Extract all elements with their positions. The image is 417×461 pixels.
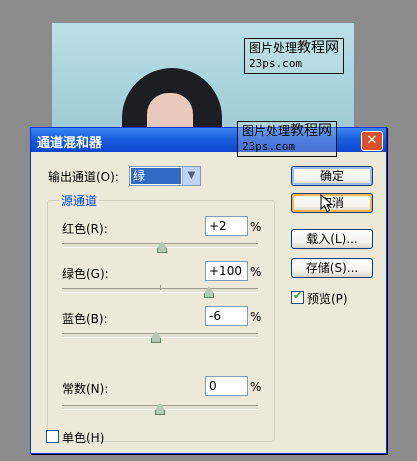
load-button[interactable]: 载入(L)... bbox=[291, 229, 373, 249]
green-input[interactable]: +100 bbox=[205, 261, 248, 281]
watermark-text-big: 教程网 bbox=[297, 40, 340, 56]
constant-input[interactable]: 0 bbox=[205, 376, 248, 396]
red-input[interactable]: +2 bbox=[205, 216, 248, 236]
blue-unit: % bbox=[250, 310, 262, 324]
constant-label: 常数(N): bbox=[62, 382, 109, 396]
watermark-url: 23ps.com bbox=[242, 140, 295, 153]
close-icon: ✕ bbox=[366, 133, 378, 148]
blue-slider-track[interactable] bbox=[62, 331, 258, 343]
slider-center-tick bbox=[160, 285, 161, 290]
channel-mixer-dialog: 通道混和器 ✕ 输出通道(O): 绿 ▼ 源通道 红色(R): +2 % 绿色(… bbox=[30, 127, 387, 454]
green-slider-thumb[interactable] bbox=[204, 286, 214, 298]
output-channel-value: 绿 bbox=[131, 168, 181, 184]
watermark-text: 图片处理 bbox=[242, 124, 291, 138]
preview-checkbox[interactable]: ✔ bbox=[291, 289, 304, 304]
monochrome-label[interactable]: 单色(H) bbox=[62, 429, 104, 446]
close-button[interactable]: ✕ bbox=[361, 131, 383, 151]
red-slider-track[interactable] bbox=[62, 241, 258, 253]
monochrome-checkbox[interactable] bbox=[46, 430, 59, 443]
watermark-text-big: 教程网 bbox=[290, 123, 333, 139]
output-channel-select[interactable]: 绿 ▼ bbox=[129, 166, 201, 186]
green-label: 绿色(G): bbox=[62, 267, 109, 281]
watermark-text: 图片处理 bbox=[249, 41, 298, 55]
mouse-cursor-icon bbox=[320, 194, 334, 213]
watermark-bottom: 图片处理教程网 23ps.com bbox=[237, 121, 338, 157]
red-unit: % bbox=[250, 220, 262, 234]
watermark-top: 图片处理教程网 23ps.com bbox=[244, 38, 345, 74]
constant-unit: % bbox=[250, 380, 262, 394]
red-label: 红色(R): bbox=[62, 222, 108, 236]
source-channels-title: 源通道 bbox=[59, 192, 100, 209]
green-unit: % bbox=[250, 265, 262, 279]
green-slider-track[interactable] bbox=[62, 285, 258, 298]
save-button[interactable]: 存储(S)... bbox=[291, 258, 373, 278]
dialog-title: 通道混和器 bbox=[37, 136, 103, 151]
red-slider-thumb[interactable] bbox=[156, 241, 167, 253]
blue-input[interactable]: -6 bbox=[205, 306, 248, 326]
constant-slider-track[interactable] bbox=[62, 403, 258, 415]
preview-label[interactable]: 预览(P) bbox=[307, 290, 348, 307]
constant-slider-thumb[interactable] bbox=[155, 403, 165, 415]
blue-label: 蓝色(B): bbox=[62, 312, 108, 326]
blue-slider-thumb[interactable] bbox=[151, 331, 162, 343]
output-channel-label: 输出通道(O): bbox=[48, 170, 119, 184]
ok-button[interactable]: 确定 bbox=[291, 166, 373, 186]
watermark-url: 23ps.com bbox=[249, 57, 302, 70]
chevron-down-icon[interactable]: ▼ bbox=[182, 167, 200, 185]
